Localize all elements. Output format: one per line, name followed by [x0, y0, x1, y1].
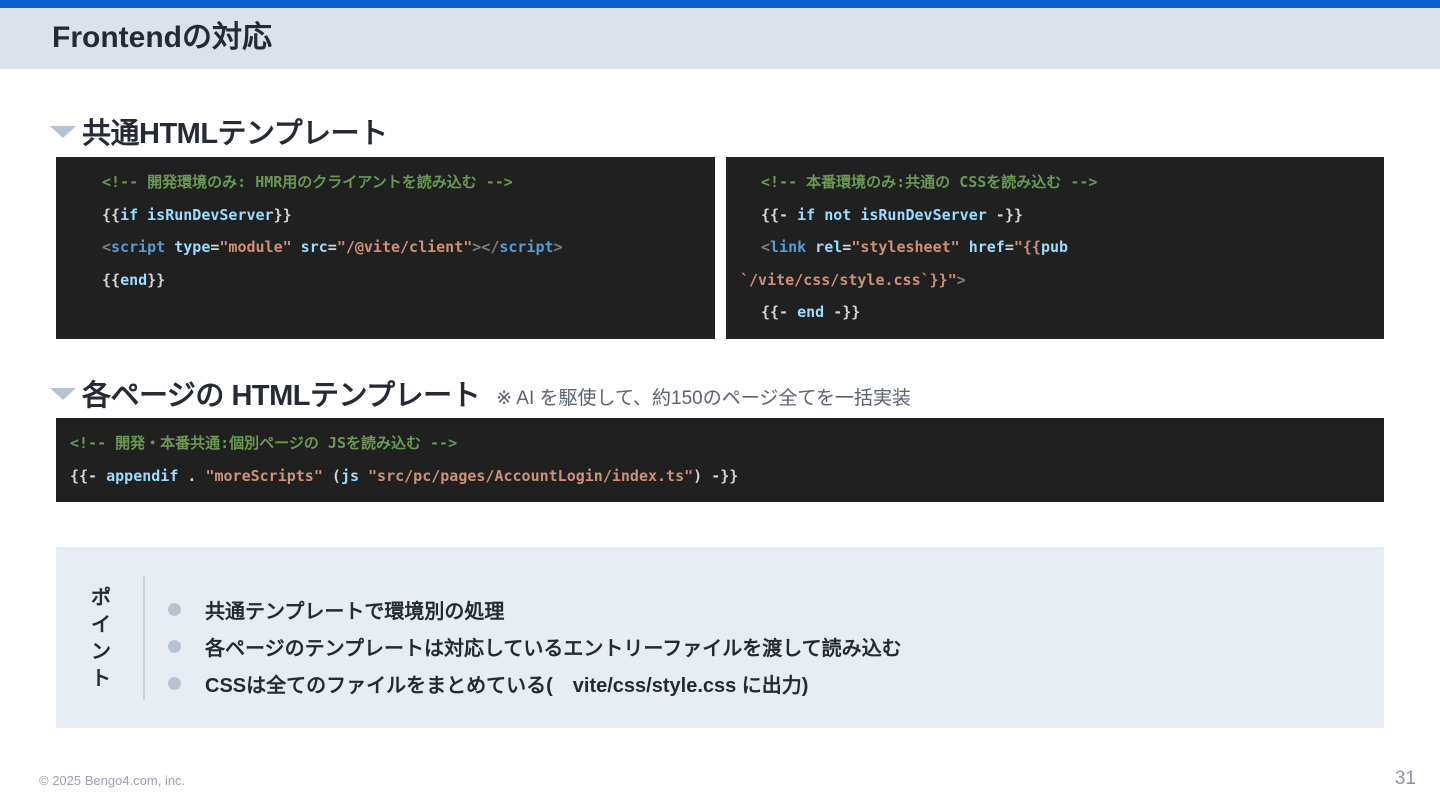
- code-line-comment: <!-- 開発・本番共通:個別ページの JSを読み込む -->: [70, 433, 457, 453]
- code-keyword: end: [797, 303, 825, 321]
- code-tag: script: [111, 238, 166, 256]
- section1-title: 共通HTMLテンプレート: [82, 118, 388, 150]
- code-comment: <!-- 本番環境のみ:共通の CSSを読み込む -->: [761, 173, 1098, 191]
- code-token: .: [178, 467, 206, 485]
- code-variable: isRunDevServer: [138, 206, 274, 224]
- code-line-comment: <!-- 開発環境のみ: HMR用のクライアントを読み込む -->: [102, 172, 513, 192]
- code-keyword: end: [120, 271, 148, 289]
- code-keyword: if: [120, 206, 139, 224]
- triangle-bullet-icon: [50, 388, 76, 400]
- code-token: -}}: [986, 206, 1023, 224]
- code-token: >: [553, 238, 563, 256]
- point-label-char: ト: [91, 668, 111, 690]
- point-item: 各ページのテンプレートは対応しているエントリーファイルを渡して読み込む: [168, 628, 902, 665]
- code-token: }}: [147, 271, 166, 289]
- code-token: >: [956, 271, 966, 289]
- section2-note: ※ AI を駆使して、約150のページ全てを一括実装: [496, 387, 911, 409]
- point-divider: [143, 576, 145, 700]
- code-tag: link: [770, 238, 807, 256]
- section1-header: 共通HTMLテンプレート: [50, 110, 388, 152]
- code-token: <: [761, 238, 771, 256]
- code-block-dev: <!-- 開発環境のみ: HMR用のクライアントを読み込む --> {{if i…: [56, 157, 715, 339]
- code-block-page: <!-- 開発・本番共通:個別ページの JSを読み込む --> {{- appe…: [56, 418, 1384, 502]
- code-token: =: [1004, 238, 1014, 256]
- bullet-dot-icon: [168, 677, 181, 690]
- code-block-prod: <!-- 本番環境のみ:共通の CSSを読み込む --> {{- if not …: [726, 157, 1384, 339]
- code-line-link-cont: `/vite/css/style.css`}}">: [740, 270, 966, 290]
- point-label: ポ イ ン ト: [89, 585, 113, 693]
- point-label-char: イ: [91, 614, 111, 636]
- triangle-bullet-icon: [50, 126, 76, 138]
- code-token: =: [327, 238, 337, 256]
- top-accent-bar: [0, 0, 1440, 8]
- code-attr: rel: [806, 238, 843, 256]
- code-token: {{-: [761, 206, 798, 224]
- footer-copyright: © 2025 Bengo4.com, inc.: [39, 773, 186, 788]
- slide-title: Frontendの対応: [52, 21, 272, 54]
- code-token: ></: [472, 238, 500, 256]
- code-line-end: {{end}}: [102, 270, 165, 290]
- code-token: }}: [273, 206, 292, 224]
- code-token: {{: [102, 206, 121, 224]
- code-line-link: <link rel="stylesheet" href="{{pub: [761, 237, 1068, 257]
- code-string: "src/pc/pages/AccountLogin/index.ts": [368, 467, 694, 485]
- code-token: <: [102, 238, 112, 256]
- code-token: {{: [102, 271, 121, 289]
- point-item: 共通テンプレートで環境別の処理: [168, 591, 902, 628]
- title-band: Frontendの対応: [0, 8, 1440, 69]
- section2-title: 各ページの HTMLテンプレート: [82, 380, 481, 412]
- code-line-if: {{- if not isRunDevServer -}}: [761, 205, 1023, 225]
- code-attr: type: [165, 238, 211, 256]
- section2-header: 各ページの HTMLテンプレート ※ AI を駆使して、約150のページ全てを一…: [50, 372, 911, 414]
- code-attr: src: [291, 238, 328, 256]
- bullet-dot-icon: [168, 603, 181, 616]
- code-line-end: {{- end -}}: [761, 302, 860, 322]
- code-variable: pub: [1040, 238, 1069, 256]
- code-token: =: [842, 238, 852, 256]
- code-string: "{{: [1013, 238, 1041, 256]
- code-string: `/vite/css/style.css`}}": [740, 271, 957, 289]
- code-line-script: <script type="module" src="/@vite/client…: [102, 237, 563, 257]
- code-function: appendif: [106, 467, 179, 485]
- code-string: "stylesheet": [851, 238, 960, 256]
- code-keyword: if not isRunDevServer: [797, 206, 987, 224]
- code-token: -}}: [824, 303, 861, 321]
- code-comment: <!-- 開発・本番共通:個別ページの JSを読み込む -->: [70, 434, 458, 452]
- code-line-if: {{if isRunDevServer}}: [102, 205, 292, 225]
- point-item: CSSは全てのファイルをまとめている( vite/css/style.css に…: [168, 665, 902, 702]
- point-label-char: ポ: [91, 587, 111, 609]
- point-label-char: ン: [91, 641, 111, 663]
- code-token: {{-: [70, 467, 107, 485]
- point-box: ポ イ ン ト 共通テンプレートで環境別の処理 各ページのテンプレートは対応して…: [56, 547, 1384, 728]
- code-token: ) -}}: [693, 467, 739, 485]
- point-text: CSSは全てのファイルをまとめている( vite/css/style.css に…: [205, 675, 809, 697]
- code-attr: href: [959, 238, 1005, 256]
- code-string: "moreScripts": [205, 467, 323, 485]
- point-text: 各ページのテンプレートは対応しているエントリーファイルを渡して読み込む: [205, 638, 902, 660]
- code-token: {{-: [761, 303, 798, 321]
- code-string: "module": [219, 238, 292, 256]
- point-list: 共通テンプレートで環境別の処理 各ページのテンプレートは対応しているエントリーフ…: [168, 591, 902, 702]
- point-text: 共通テンプレートで環境別の処理: [205, 601, 505, 623]
- bullet-dot-icon: [168, 640, 181, 653]
- code-token: (: [322, 467, 341, 485]
- code-line-comment: <!-- 本番環境のみ:共通の CSSを読み込む -->: [761, 172, 1097, 192]
- code-tag: script: [499, 238, 554, 256]
- code-string: "/@vite/client": [336, 238, 473, 256]
- code-function: js: [340, 467, 359, 485]
- code-comment: <!-- 開発環境のみ: HMR用のクライアントを読み込む -->: [102, 173, 513, 191]
- page-number: 31: [1394, 768, 1416, 789]
- code-line-appendif: {{- appendif . "moreScripts" (js "src/pc…: [70, 466, 738, 486]
